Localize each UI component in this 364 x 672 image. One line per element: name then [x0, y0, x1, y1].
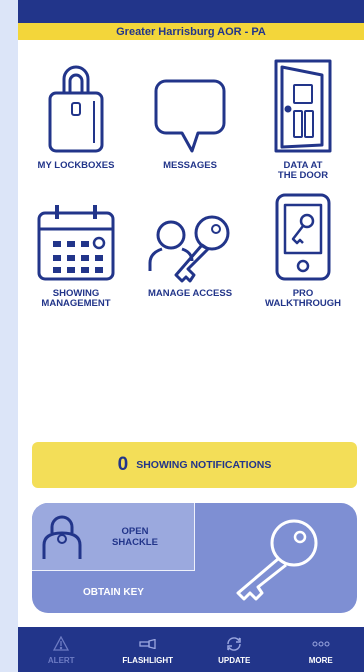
tile-label: PRO WALKTHROUGH [265, 288, 341, 309]
showing-notifications-button[interactable]: 0 SHOWING NOTIFICATIONS [32, 442, 357, 488]
open-shackle-button[interactable]: OPEN SHACKLE [32, 503, 195, 571]
warning-icon [53, 636, 70, 651]
sync-icon [227, 636, 242, 651]
key-actions-panel: OPEN SHACKLE OBTAIN KEY [32, 503, 357, 613]
my-lockboxes-tile[interactable]: MY LOCKBOXES [21, 50, 131, 190]
tile-label: MESSAGES [163, 160, 217, 171]
nav-update[interactable]: UPDATE [191, 627, 278, 672]
key-icon[interactable] [228, 515, 324, 605]
nav-more[interactable]: MORE [278, 627, 364, 672]
notifications-label: SHOWING NOTIFICATIONS [136, 459, 272, 471]
association-header: Greater Harrisburg AOR - PA [18, 23, 364, 40]
manage-access-tile[interactable]: MANAGE ACCESS [135, 178, 245, 318]
phone-key-icon [275, 193, 331, 281]
status-bar [18, 0, 364, 23]
person-key-icon [148, 215, 230, 283]
nav-label: FLASHLIGHT [122, 655, 174, 665]
nav-label: ALERT [47, 655, 75, 665]
more-dots-icon [312, 641, 330, 646]
calendar-icon [37, 205, 115, 281]
lockbox-icon [48, 65, 104, 153]
obtain-key-button[interactable]: OBTAIN KEY [32, 571, 195, 613]
tile-label: MANAGE ACCESS [147, 288, 233, 299]
open-door-icon [274, 59, 332, 153]
notification-count: 0 [117, 454, 129, 475]
tile-label: SHOWING MANAGEMENT [41, 288, 111, 309]
pro-walkthrough-tile[interactable]: PRO WALKTHROUGH [248, 178, 358, 318]
bottom-nav: ALERT FLASHLIGHT UPDATE MORE [18, 627, 364, 672]
nav-label: UPDATE [218, 655, 251, 665]
data-at-the-door-tile[interactable]: DATA AT THE DOOR [248, 50, 358, 190]
open-shackle-label: OPEN SHACKLE [112, 525, 158, 548]
nav-alert[interactable]: ALERT [18, 627, 105, 672]
tile-label: MY LOCKBOXES [37, 160, 115, 171]
nav-flashlight[interactable]: FLASHLIGHT [105, 627, 192, 672]
showing-management-tile[interactable]: SHOWING MANAGEMENT [21, 178, 131, 318]
messages-tile[interactable]: MESSAGES [135, 50, 245, 190]
flashlight-icon [139, 638, 156, 649]
app-screen: Greater Harrisburg AOR - PA MY LOCKBOXES… [18, 0, 364, 672]
speech-bubble-icon [154, 79, 226, 153]
shackle-icon [42, 515, 82, 559]
nav-label: MORE [308, 655, 333, 665]
